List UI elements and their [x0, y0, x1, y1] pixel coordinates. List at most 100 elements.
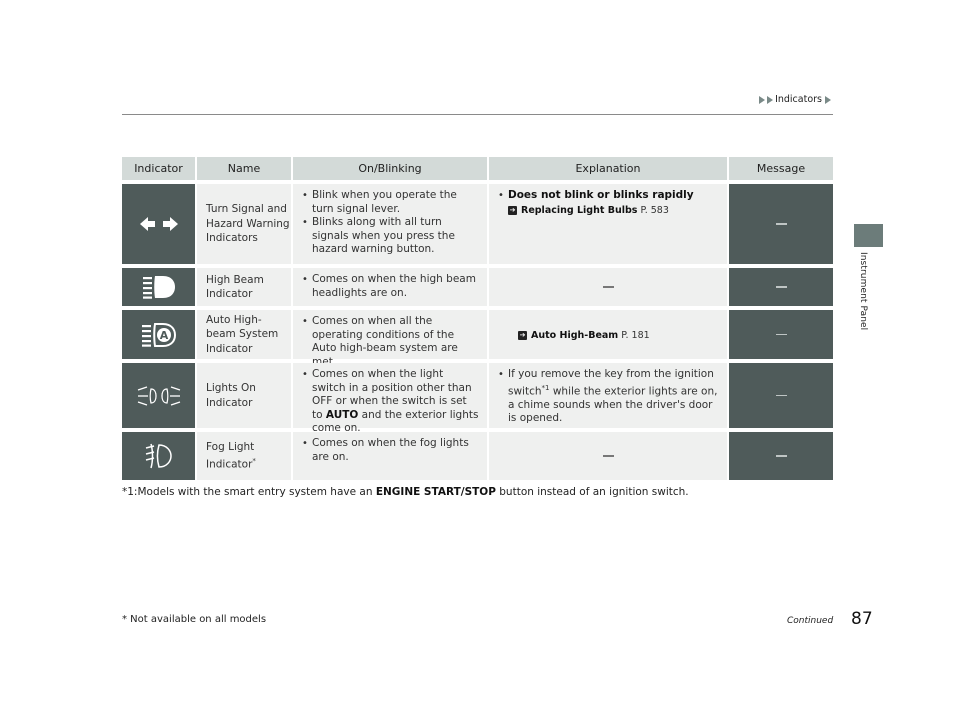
auto-high-beam-icon: A	[141, 322, 176, 347]
empty-dash	[775, 333, 787, 336]
header-rule	[122, 114, 833, 115]
section-side-label: Instrument Panel	[858, 252, 868, 331]
table-header-row: Indicator Name On/Blinking Explanation M…	[122, 157, 833, 180]
bullet-item: • Comes on when the high beam headlights …	[302, 273, 479, 300]
column-header-on-blinking: On/Blinking	[293, 157, 489, 180]
breadcrumb-label: Indicators	[775, 94, 822, 105]
reference-arrow-icon: ➔	[508, 205, 517, 215]
bullet-text-bold: Does not blink or blinks rapidly	[508, 189, 694, 201]
empty-dash	[602, 286, 614, 288]
indicator-name: Lights On Indicator	[197, 363, 293, 428]
footnote-marker: *1	[541, 383, 550, 392]
on-blinking-cell: • Comes on when all the operating conditi…	[293, 310, 489, 368]
bullet-text: If you remove the key from the ignition …	[508, 368, 719, 426]
lights-on-icon	[137, 385, 180, 406]
availability-note: * Not available on all models	[122, 614, 267, 625]
reference-arrow-icon: ➔	[518, 331, 527, 340]
bullet-item: • Blinks along with all turn signals when…	[302, 216, 479, 257]
page-reference-link[interactable]: ➔ Replacing Light Bulbs P. 583	[508, 204, 719, 218]
on-blinking-cell: • Blink when you operate the turn signal …	[293, 184, 489, 264]
indicator-name: Auto High-beam System Indicator	[197, 310, 293, 359]
bullet-text: Blink when you operate the turn signal l…	[312, 189, 457, 215]
footnote-text: *1:Models with the smart entry system ha…	[122, 486, 376, 498]
bullet-text: Comes on when the light switch in a posi…	[312, 368, 479, 436]
bullet-text: Comes on when all the operating conditio…	[312, 315, 458, 368]
explanation-cell: • Does not blink or blinks rapidly ➔ Repl…	[489, 184, 729, 264]
reference-page[interactable]: P. 181	[621, 329, 649, 343]
indicator-cell: A	[122, 310, 197, 359]
column-header-explanation: Explanation	[489, 157, 729, 180]
table-row: Lights On Indicator • Comes on when the l…	[122, 363, 833, 434]
svg-text:A: A	[159, 329, 168, 342]
high-beam-icon	[142, 276, 175, 299]
bullet-item: • Comes on when all the operating conditi…	[302, 315, 479, 369]
bullet-icon: •	[302, 190, 308, 201]
empty-dash	[775, 223, 787, 225]
table-row: Fog Light Indicator* • Comes on when the …	[122, 432, 833, 480]
footnote-text: button instead of an ignition switch.	[495, 486, 689, 498]
explanation-cell: ➔ Auto High-Beam P. 181	[489, 310, 729, 359]
indicator-cell	[122, 363, 197, 428]
footnote-bold: ENGINE START/STOP	[375, 486, 496, 498]
empty-dash	[775, 394, 787, 397]
empty-dash	[602, 455, 614, 457]
breadcrumb-arrow-icon	[759, 95, 766, 104]
bullet-item: • Blink when you operate the turn signal …	[302, 189, 479, 216]
section-tab-marker	[854, 224, 883, 247]
bullet-item: • Does not blink or blinks rapidly	[498, 189, 719, 203]
on-blinking-cell: • Comes on when the fog lights are on.	[293, 432, 489, 480]
bullet-text: Blinks along with all turn signals when …	[312, 216, 455, 255]
bullet-text: Comes on when the high beam headlights a…	[312, 273, 476, 299]
reference-title[interactable]: Auto High-Beam	[531, 329, 618, 343]
empty-dash	[775, 286, 787, 288]
breadcrumb: Indicators	[759, 94, 832, 105]
table-footnote: *1:Models with the smart entry system ha…	[122, 486, 689, 498]
explanation-cell	[489, 268, 729, 306]
fog-light-icon	[145, 443, 172, 469]
bullet-item: • If you remove the key from the ignition…	[498, 368, 719, 426]
not-all-models-marker: *	[252, 457, 256, 466]
indicator-table: Indicator Name On/Blinking Explanation M…	[122, 157, 833, 484]
message-cell	[729, 268, 833, 306]
on-blinking-cell: • Comes on when the light switch in a pos…	[293, 363, 489, 434]
bullet-icon: •	[302, 217, 308, 228]
bullet-icon: •	[302, 438, 308, 449]
bullet-item: • Comes on when the light switch in a pos…	[302, 368, 479, 436]
bullet-icon: •	[302, 369, 308, 380]
indicator-name: Turn Signal and Hazard Warning Indicator…	[197, 184, 293, 264]
breadcrumb-arrow-icon	[825, 95, 831, 104]
indicator-name: High Beam Indicator	[197, 268, 293, 306]
message-cell	[729, 432, 833, 480]
indicator-name: Fog Light Indicator*	[197, 432, 293, 480]
message-cell	[729, 363, 833, 428]
message-cell	[729, 310, 833, 359]
explanation-cell: • If you remove the key from the ignition…	[489, 363, 729, 428]
column-header-message: Message	[756, 162, 806, 175]
indicator-name-text: Fog Light Indicator*	[206, 440, 256, 471]
on-blinking-cell: • Comes on when the high beam headlights …	[293, 268, 489, 306]
explanation-cell	[489, 432, 729, 480]
table-row: High Beam Indicator • Comes on when the h…	[122, 268, 833, 306]
column-header-name: Name	[197, 157, 293, 180]
column-header-indicator: Indicator	[122, 157, 197, 180]
table-row: A Auto High-beam System Indicator • Comes…	[122, 310, 833, 368]
continued-label: Continued	[787, 616, 834, 626]
empty-dash	[775, 455, 787, 457]
bullet-icon: •	[302, 316, 308, 327]
page-number: 87	[851, 609, 873, 629]
bullet-text: Comes on when the fog lights are on.	[312, 437, 469, 463]
indicator-cell	[122, 184, 197, 264]
page-reference-link[interactable]: ➔ Auto High-Beam P. 181	[518, 329, 650, 343]
table-row: Turn Signal and Hazard Warning Indicator…	[122, 184, 833, 264]
bullet-icon: •	[498, 369, 504, 380]
breadcrumb-arrow-icon	[767, 95, 774, 104]
bullet-item: • Comes on when the fog lights are on.	[302, 437, 479, 464]
reference-title[interactable]: Replacing Light Bulbs	[521, 204, 637, 218]
bullet-icon: •	[302, 274, 308, 285]
turn-signal-icon	[139, 217, 178, 231]
message-cell	[729, 184, 833, 264]
indicator-cell	[122, 268, 197, 306]
reference-page[interactable]: P. 583	[640, 204, 668, 218]
indicator-cell	[122, 432, 197, 480]
bullet-text-bold: AUTO	[325, 408, 359, 421]
